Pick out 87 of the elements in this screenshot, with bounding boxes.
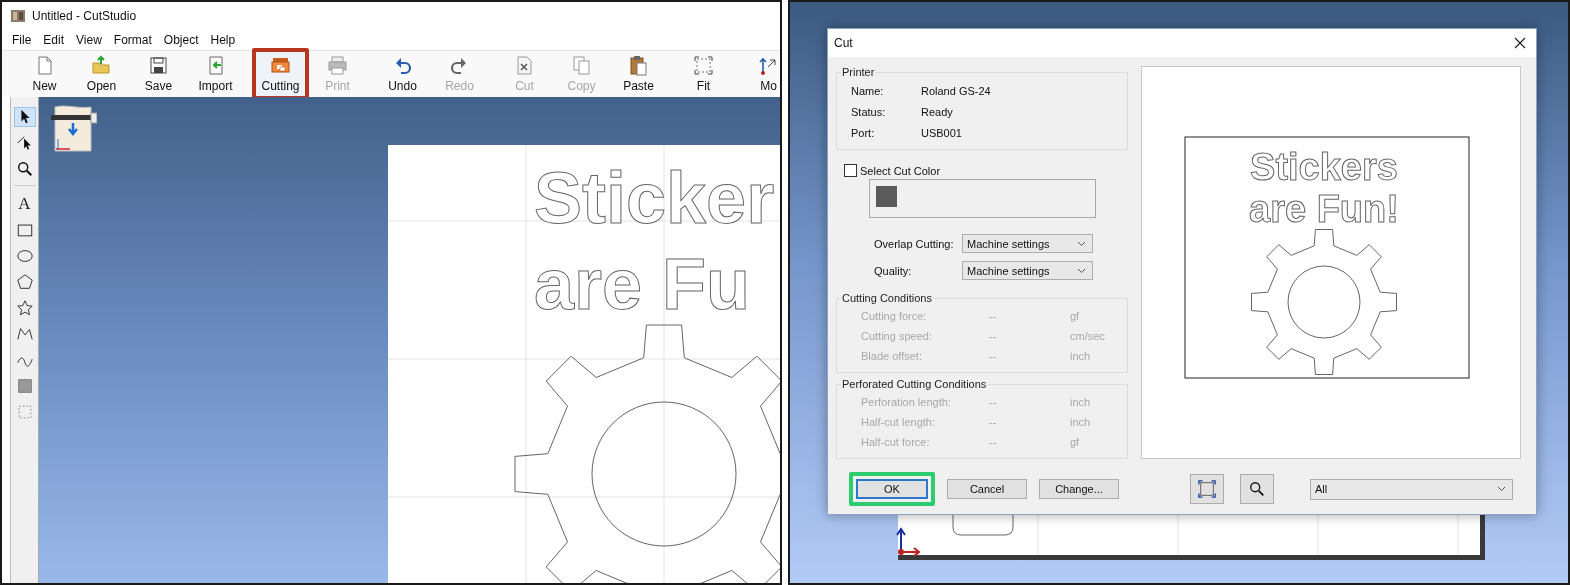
dropdown[interactable]: Machine settings: [962, 261, 1093, 280]
fit-toolbar-button[interactable]: Fit: [675, 51, 732, 97]
polygon-icon: [15, 273, 34, 291]
node-icon: [15, 134, 34, 152]
field-value: USB001: [921, 126, 963, 139]
zoom-icon: [15, 160, 34, 178]
save-icon: [148, 55, 169, 76]
range-dropdown[interactable]: All: [1310, 478, 1513, 500]
cutting-icon: [270, 55, 291, 76]
search-icon: [1248, 480, 1266, 498]
field-value: Roland GS-24: [921, 84, 992, 97]
field-label: Half-cut length:: [861, 416, 936, 428]
caret-icon: [1497, 486, 1506, 492]
cutting-toolbar-button[interactable]: Cutting: [256, 52, 305, 96]
field-label: Port:: [851, 126, 876, 139]
fit-icon: [693, 55, 714, 76]
caret-icon: [1077, 267, 1086, 274]
move-toolbar-button[interactable]: Mo: [740, 51, 780, 97]
field-label: Status:: [851, 105, 887, 118]
dialog-button[interactable]: Change...: [1039, 479, 1119, 499]
unit-label: cm/sec: [1070, 330, 1106, 342]
unit-label: gf: [1070, 310, 1081, 322]
caret-icon: [1077, 240, 1086, 247]
field-label: Cutting force:: [861, 310, 928, 322]
field-value: --: [989, 436, 998, 448]
select-tool[interactable]: [13, 107, 36, 127]
checkbox-label: Select Cut Color: [860, 164, 941, 177]
text-tool[interactable]: A: [13, 194, 36, 214]
open-toolbar-button[interactable]: Open: [73, 51, 130, 97]
field-label: Cutting speed:: [861, 330, 933, 342]
print-icon: [327, 55, 348, 76]
menu-item[interactable]: Edit: [37, 33, 71, 47]
field-label: Quality:: [874, 264, 913, 277]
move-icon: [758, 55, 779, 76]
field-value: Ready: [921, 105, 954, 118]
outline-text: Sticker: [534, 158, 775, 238]
field-value: --: [989, 416, 998, 428]
paste-toolbar-button[interactable]: Paste: [610, 51, 667, 97]
unit-label: inch: [1070, 350, 1092, 362]
menu-item[interactable]: Help: [204, 33, 242, 47]
field-label: Perforation length:: [861, 396, 952, 408]
paste-icon: [628, 55, 649, 76]
field-value: --: [989, 396, 998, 408]
fit-icon: [1198, 480, 1216, 498]
unit-label: inch: [1070, 416, 1092, 428]
menu-item[interactable]: Object: [157, 33, 205, 47]
copy-icon: [571, 55, 592, 76]
fill-icon: [15, 377, 34, 395]
field-label: Half-cut force:: [861, 436, 931, 448]
close-icon[interactable]: [1514, 37, 1526, 49]
import-toolbar-button[interactable]: Import: [187, 51, 244, 97]
group-legend: Perforated Cutting Conditions: [841, 378, 988, 390]
cut-icon: [514, 55, 535, 76]
rectangle-icon: [15, 221, 34, 239]
menu-item[interactable]: View: [70, 33, 108, 47]
checkbox[interactable]: [844, 164, 857, 177]
outline-text: are Fun!: [1249, 188, 1399, 230]
outline-text: are Fu: [534, 244, 751, 324]
menu-item[interactable]: File: [6, 33, 38, 47]
new-toolbar-button[interactable]: New: [16, 51, 73, 97]
unit-label: gf: [1070, 436, 1081, 448]
dropdown[interactable]: Machine settings: [962, 234, 1093, 253]
undo-toolbar-button[interactable]: Undo: [374, 51, 431, 97]
unit-label: inch: [1070, 396, 1092, 408]
app-icon: [10, 8, 26, 24]
window-title: Untitled - CutStudio: [32, 9, 137, 23]
plotter-page-icon: [51, 103, 97, 153]
field-label: Blade offset:: [861, 350, 923, 362]
field-value: --: [989, 310, 998, 322]
star-icon: [15, 299, 34, 317]
ellipse-icon: [15, 247, 34, 265]
fit-button[interactable]: [1190, 474, 1224, 504]
open-icon: [91, 55, 112, 76]
dialog-button[interactable]: Cancel: [947, 479, 1027, 499]
field-value: --: [989, 330, 998, 342]
zoom-button[interactable]: [1240, 474, 1274, 504]
outline-text: Stickers: [1250, 146, 1398, 188]
field-label: Overlap Cutting:: [874, 237, 955, 250]
save-toolbar-button[interactable]: Save: [130, 51, 187, 97]
field-value: --: [989, 350, 998, 362]
color-swatch[interactable]: [876, 186, 897, 207]
group-legend: Printer: [841, 66, 876, 78]
group-legend: Cutting Conditions: [841, 292, 933, 304]
dialog-title: Cut: [834, 36, 853, 50]
field-label: Name:: [851, 84, 885, 97]
menu-item[interactable]: Format: [107, 33, 158, 47]
dialog-button[interactable]: OK: [856, 479, 928, 499]
